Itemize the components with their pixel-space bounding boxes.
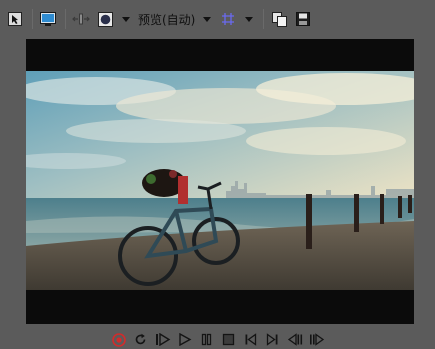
record-icon <box>111 332 126 347</box>
monitor-icon <box>40 11 56 26</box>
grid-icon <box>222 13 235 25</box>
preview-mode-dropdown[interactable]: 预览(自动) <box>138 11 195 28</box>
preview-frame-image <box>26 71 414 290</box>
overlay-button[interactable] <box>96 10 114 28</box>
split-view-icon <box>72 13 90 25</box>
next-frame-button[interactable] <box>308 332 326 348</box>
save-frame-button[interactable] <box>294 10 312 28</box>
toolbar-separator <box>32 9 33 29</box>
split-view-button[interactable] <box>72 10 90 28</box>
loop-button[interactable] <box>132 332 150 348</box>
play-from-start-icon <box>155 333 170 346</box>
stop-icon <box>222 333 235 346</box>
copy-frame-button[interactable] <box>270 10 288 28</box>
playback-controls <box>0 330 435 349</box>
play-icon <box>178 333 191 346</box>
grid-button[interactable] <box>219 10 237 28</box>
previous-frame-button[interactable] <box>286 332 304 348</box>
overlay-circle-icon <box>97 11 113 27</box>
select-tool-icon <box>8 12 22 26</box>
record-button[interactable] <box>110 332 128 348</box>
play-button[interactable] <box>176 332 194 348</box>
play-from-start-button[interactable] <box>154 332 172 348</box>
loop-icon <box>135 333 146 345</box>
preview-toolbar: 预览(自动) <box>0 0 435 38</box>
go-to-start-button[interactable] <box>242 332 260 348</box>
go-to-start-icon <box>245 333 257 346</box>
monitor-button[interactable] <box>39 10 57 28</box>
video-preview-window: 预览(自动) <box>0 0 435 349</box>
preview-mode-dropdown-arrow[interactable] <box>203 16 212 22</box>
previous-frame-icon <box>287 333 302 346</box>
toolbar-separator <box>65 9 66 29</box>
overlay-dropdown-arrow[interactable] <box>122 16 130 22</box>
stop-button[interactable] <box>220 332 238 348</box>
copy-frame-icon <box>271 11 287 27</box>
go-to-end-icon <box>266 333 278 346</box>
select-tool-button[interactable] <box>6 10 24 28</box>
video-preview-canvas[interactable] <box>26 39 414 324</box>
pause-button[interactable] <box>198 332 216 348</box>
pause-icon <box>201 333 212 346</box>
grid-dropdown-arrow[interactable] <box>245 16 254 22</box>
toolbar-separator <box>263 9 265 29</box>
save-frame-icon <box>296 12 311 26</box>
go-to-end-button[interactable] <box>264 332 282 348</box>
next-frame-icon <box>309 333 324 346</box>
